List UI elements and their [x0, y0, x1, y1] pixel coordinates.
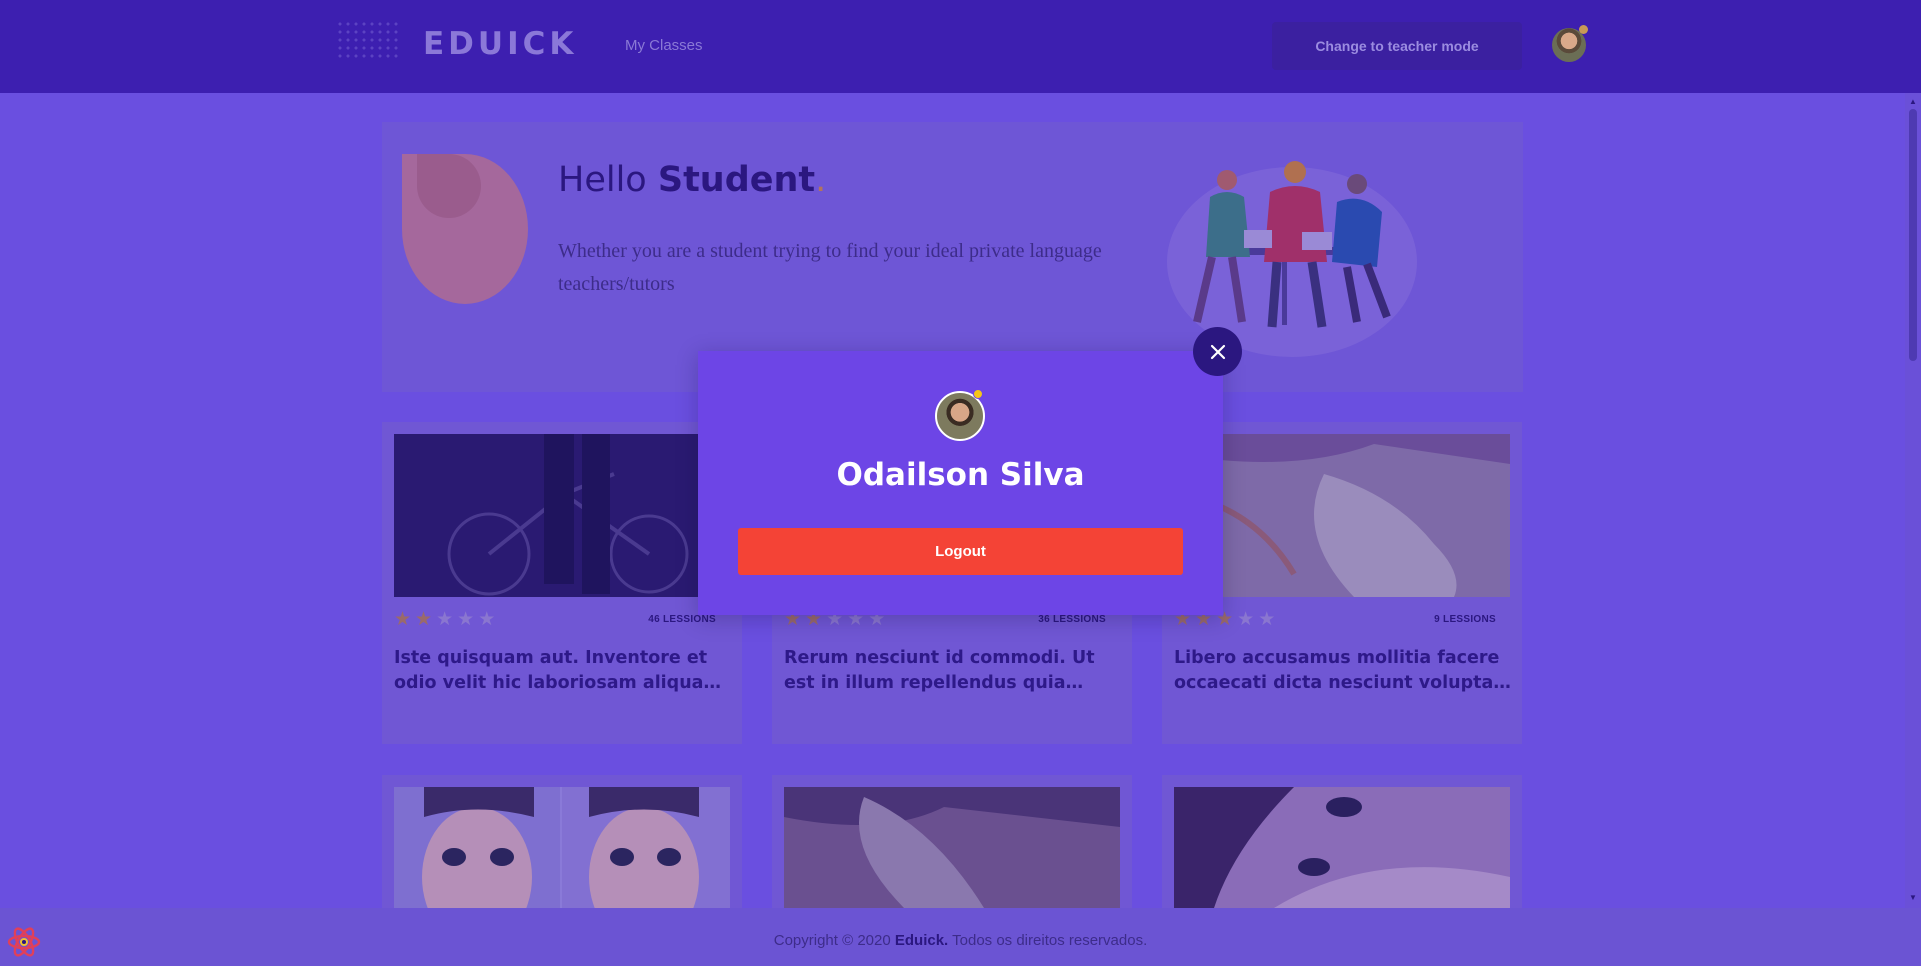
- logout-button[interactable]: Logout: [738, 528, 1183, 575]
- close-icon: [1210, 344, 1225, 359]
- logo[interactable]: EDUICK: [423, 26, 577, 62]
- change-to-teacher-mode-button[interactable]: Change to teacher mode: [1272, 22, 1522, 70]
- nav-link-my-classes[interactable]: My Classes: [625, 37, 703, 54]
- page: EDUICK My Classes Change to teacher mode…: [0, 0, 1921, 966]
- profile-modal: Odailson Silva Logout: [698, 351, 1223, 615]
- online-status-dot: [1579, 25, 1588, 34]
- close-modal-button[interactable]: [1193, 327, 1242, 376]
- logo-dots-decoration: [336, 20, 402, 60]
- top-navbar: EDUICK My Classes Change to teacher mode: [0, 0, 1921, 93]
- online-status-dot: [973, 389, 983, 399]
- user-avatar[interactable]: [1552, 25, 1588, 62]
- profile-name: Odailson Silva: [836, 457, 1085, 493]
